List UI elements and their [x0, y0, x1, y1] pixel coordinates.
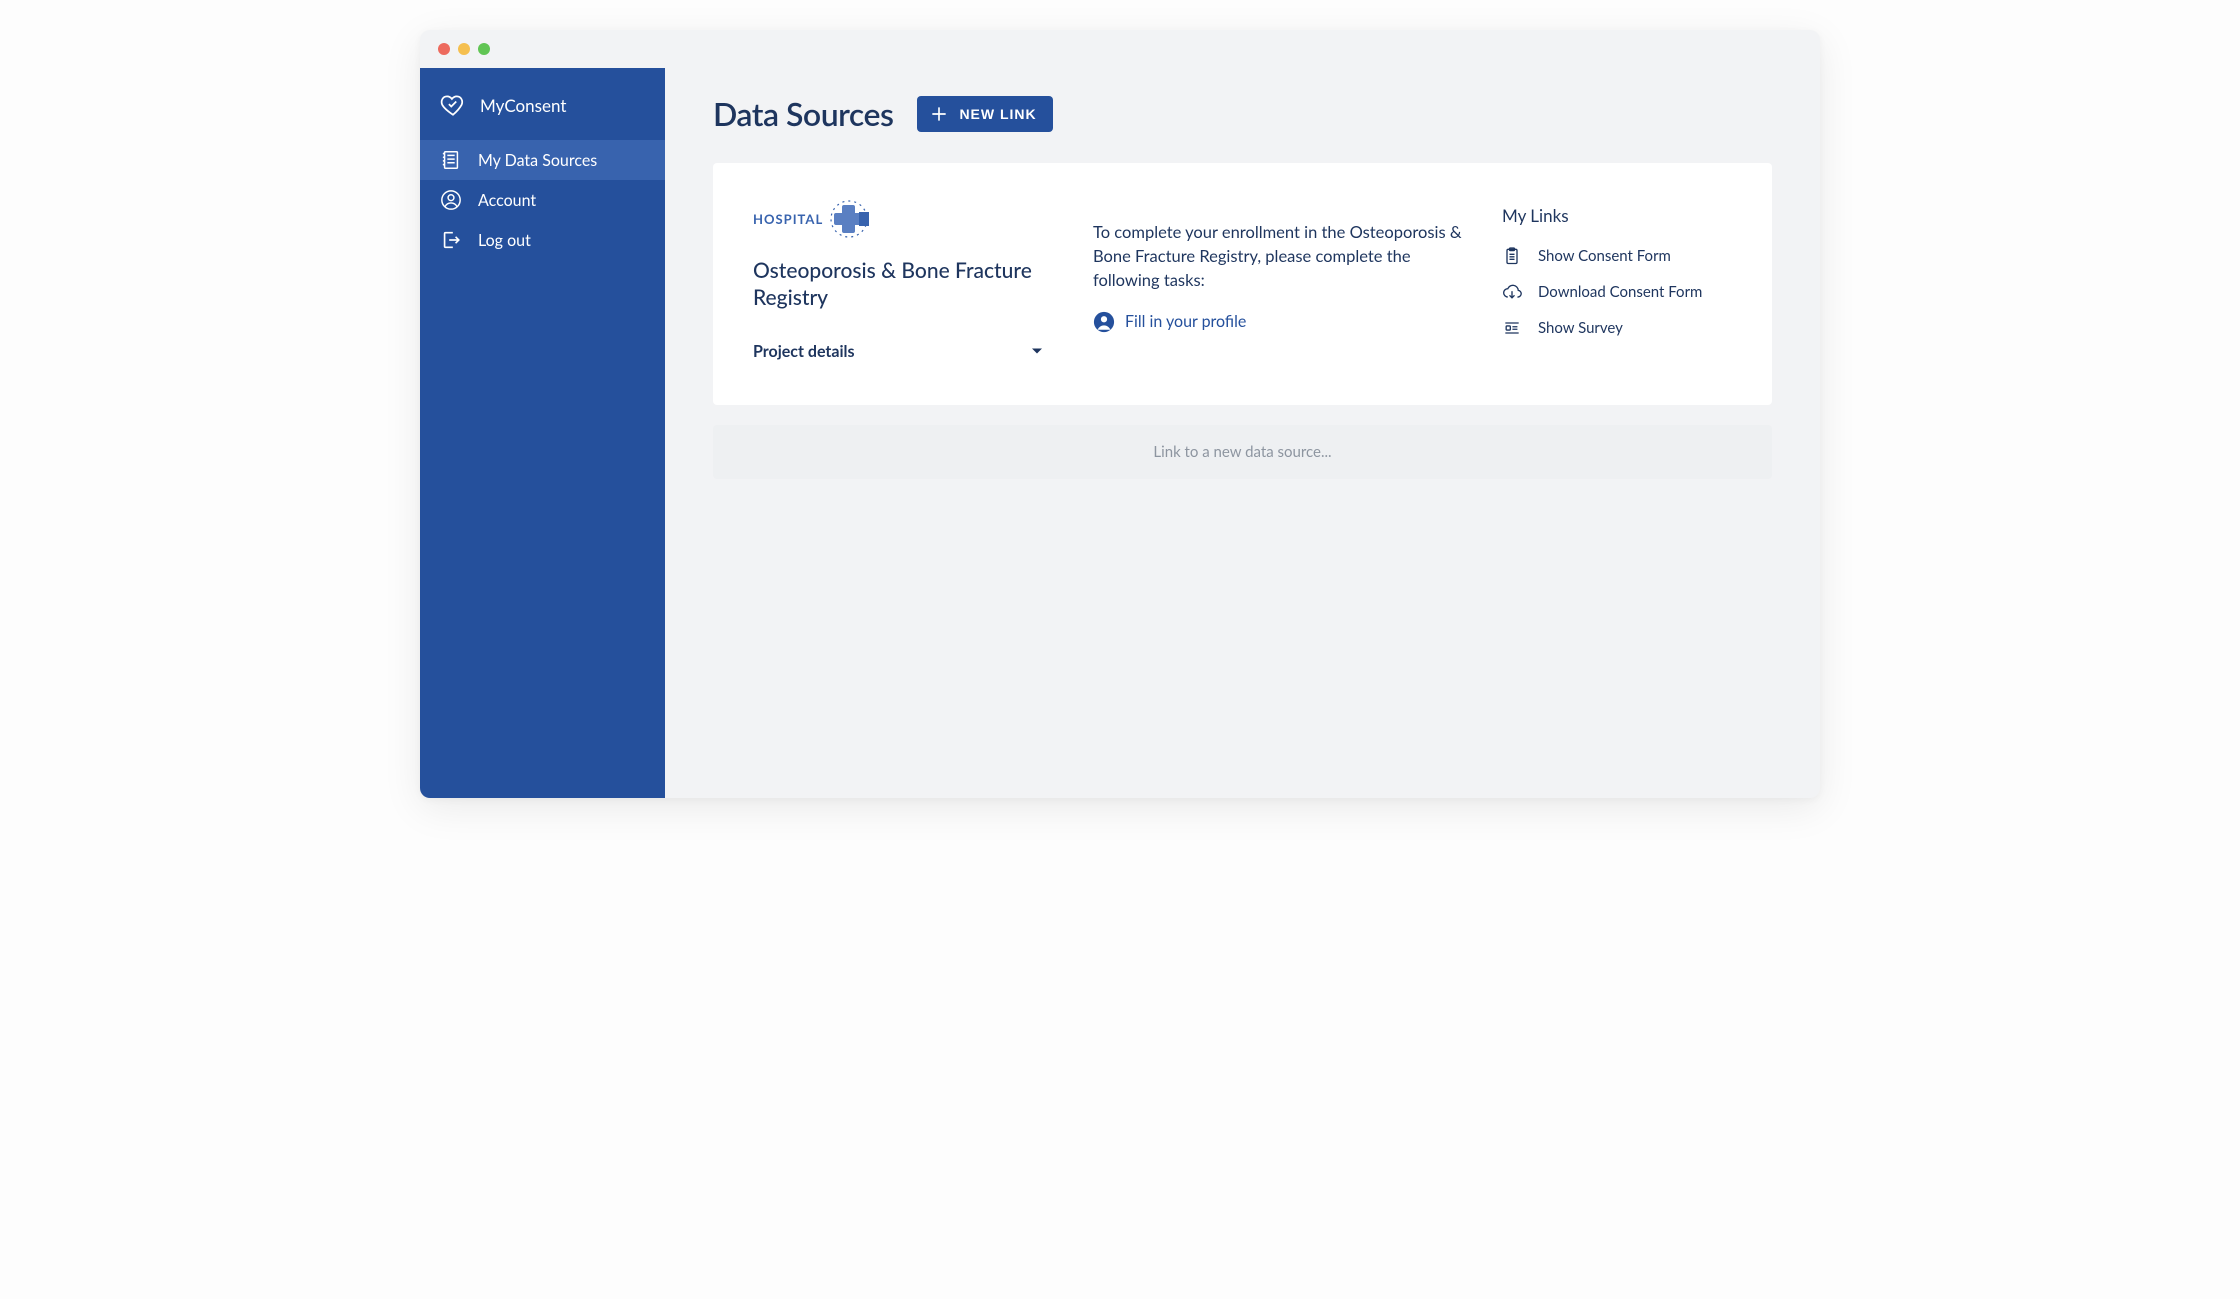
- link-new-data-source-placeholder[interactable]: Link to a new data source...: [713, 425, 1772, 479]
- link-download-consent-form[interactable]: Download Consent Form: [1502, 282, 1732, 302]
- heart-check-icon: [440, 92, 466, 118]
- sidebar-item-label: My Data Sources: [478, 151, 597, 170]
- sidebar-item-label: Account: [478, 191, 536, 210]
- browser-window: MyConsent My Data Sources Account: [420, 30, 1820, 798]
- source-logo-text: HOSPITAL: [753, 211, 823, 227]
- card-right-column: My Links Show Consent Form: [1502, 199, 1732, 361]
- sidebar-item-label: Log out: [478, 231, 531, 250]
- clipboard-icon: [1502, 246, 1522, 266]
- cloud-download-icon: [1502, 282, 1522, 302]
- window-zoom-dot[interactable]: [478, 43, 490, 55]
- survey-icon: [1502, 318, 1522, 338]
- window-close-dot[interactable]: [438, 43, 450, 55]
- card-left-column: HOSPITAL: [753, 199, 1053, 361]
- link-show-survey[interactable]: Show Survey: [1502, 318, 1732, 338]
- profile-icon: [1093, 311, 1115, 333]
- project-details-toggle[interactable]: Project details: [753, 342, 1043, 361]
- source-logo: HOSPITAL: [753, 199, 1053, 239]
- data-source-card: HOSPITAL: [713, 163, 1772, 405]
- brand-label: MyConsent: [480, 95, 566, 116]
- hospital-cross-icon: [829, 199, 873, 239]
- link-label: Show Consent Form: [1538, 247, 1671, 265]
- new-link-button[interactable]: NEW LINK: [917, 96, 1052, 132]
- placeholder-label: Link to a new data source...: [1153, 443, 1331, 461]
- enrollment-instruction: To complete your enrollment in the Osteo…: [1093, 221, 1462, 293]
- logout-icon: [440, 229, 462, 251]
- window-minimize-dot[interactable]: [458, 43, 470, 55]
- plus-icon: [929, 104, 949, 124]
- sidebar-item-account[interactable]: Account: [420, 180, 665, 220]
- main-content: Data Sources NEW LINK HOSPITAL: [665, 68, 1820, 798]
- app-shell: MyConsent My Data Sources Account: [420, 68, 1820, 798]
- task-fill-profile[interactable]: Fill in your profile: [1093, 311, 1462, 333]
- brand: MyConsent: [420, 84, 665, 140]
- sidebar-item-logout[interactable]: Log out: [420, 220, 665, 260]
- sidebar: MyConsent My Data Sources Account: [420, 68, 665, 798]
- chevron-down-icon: [1031, 345, 1043, 357]
- window-titlebar: [420, 30, 1820, 68]
- my-links-title: My Links: [1502, 205, 1732, 226]
- link-label: Download Consent Form: [1538, 283, 1702, 301]
- data-sources-icon: [440, 149, 462, 171]
- page-title: Data Sources: [713, 94, 893, 133]
- link-show-consent-form[interactable]: Show Consent Form: [1502, 246, 1732, 266]
- project-details-label: Project details: [753, 342, 855, 361]
- link-label: Show Survey: [1538, 319, 1623, 337]
- account-icon: [440, 189, 462, 211]
- new-link-label: NEW LINK: [959, 106, 1036, 122]
- source-title: Osteoporosis & Bone Fracture Registry: [753, 257, 1053, 312]
- card-middle-column: To complete your enrollment in the Osteo…: [1093, 199, 1462, 361]
- task-label: Fill in your profile: [1125, 312, 1246, 331]
- sidebar-item-my-data-sources[interactable]: My Data Sources: [420, 140, 665, 180]
- page-header: Data Sources NEW LINK: [713, 94, 1772, 133]
